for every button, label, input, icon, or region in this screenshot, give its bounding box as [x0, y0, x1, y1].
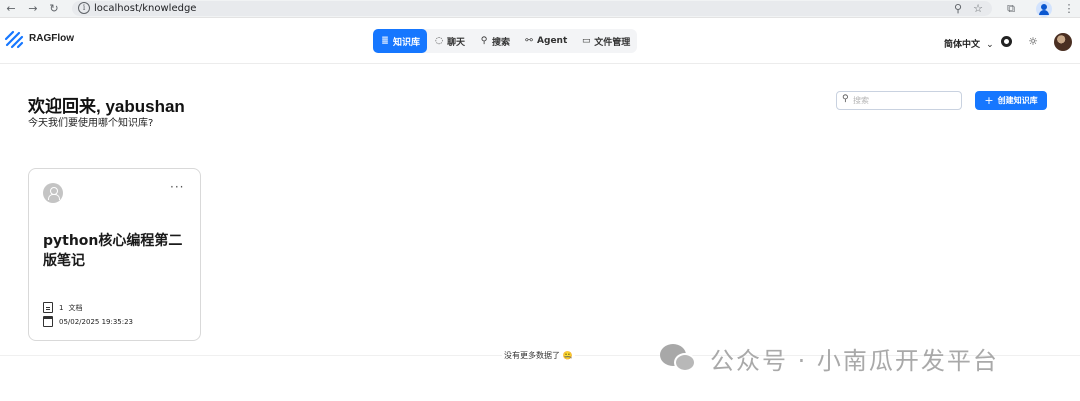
- brand-name[interactable]: RAGFlow: [29, 33, 74, 44]
- wechat-icon: [658, 340, 700, 376]
- agent-icon: ⚯: [525, 36, 533, 46]
- kb-doc-count: 1 文档: [43, 302, 82, 313]
- kb-date: 05/02/2025 19:35:23: [43, 316, 133, 327]
- chevron-down-icon: ⌄: [986, 40, 994, 50]
- kb-title: python核心编程第二版笔记: [43, 233, 183, 269]
- calendar-icon: [43, 316, 53, 327]
- document-icon: [43, 302, 53, 313]
- search-icon: ⚲: [842, 94, 849, 104]
- star-icon[interactable]: ☆: [970, 1, 986, 17]
- nav-label: 文件管理: [594, 37, 631, 48]
- github-icon[interactable]: [1001, 36, 1012, 47]
- zoom-icon[interactable]: ⚲: [950, 1, 966, 17]
- nav-search[interactable]: ⚲ 搜索: [472, 29, 517, 53]
- info-icon[interactable]: i: [78, 2, 90, 14]
- watermark-text: 公众号 · 小南瓜开发平台: [710, 346, 999, 375]
- search-box[interactable]: ⚲: [836, 91, 962, 110]
- create-knowledge-base-button[interactable]: + 创建知识库: [975, 91, 1047, 110]
- language-select[interactable]: 简体中文 ⌄: [944, 37, 994, 50]
- url-text: localhost/knowledge: [94, 3, 197, 14]
- nav-label: 聊天: [447, 37, 466, 48]
- user-avatar[interactable]: [1054, 33, 1072, 51]
- nav-file-management[interactable]: ▭ 文件管理: [574, 29, 637, 53]
- folder-icon: ▭: [582, 36, 591, 46]
- database-icon: ≣: [381, 36, 389, 46]
- no-more-data: 没有更多数据了 🤐: [502, 350, 575, 361]
- extensions-icon[interactable]: ⧉: [1003, 1, 1019, 17]
- doc-count: 1: [59, 303, 64, 312]
- chat-icon: ◌: [435, 36, 443, 46]
- nav-label: 知识库: [393, 37, 421, 48]
- welcome-subtitle: 今天我们要使用哪个知识库?: [28, 118, 154, 129]
- theme-toggle-icon[interactable]: ☼: [1026, 35, 1040, 49]
- browser-toolbar: ← → ↻ i localhost/knowledge ⚲ ☆ ⧉ ⋮: [0, 0, 1080, 18]
- no-more-text: 没有更多数据了: [504, 351, 560, 360]
- main-nav: ≣ 知识库 ◌ 聊天 ⚲ 搜索 ⚯ Agent ▭ 文件管理: [373, 29, 638, 53]
- create-button-label: 创建知识库: [997, 96, 1038, 105]
- plus-icon: +: [984, 94, 994, 107]
- nav-label: 搜索: [492, 37, 511, 48]
- search-input[interactable]: [853, 94, 953, 107]
- language-label: 简体中文: [944, 40, 981, 50]
- kb-avatar-icon: [43, 183, 63, 203]
- search-icon: ⚲: [480, 36, 488, 46]
- nav-label: Agent: [537, 36, 568, 46]
- reload-icon[interactable]: ↻: [46, 1, 62, 17]
- nav-knowledge-base[interactable]: ≣ 知识库: [373, 29, 428, 53]
- emoji-icon: 🤐: [562, 351, 573, 360]
- nav-agent[interactable]: ⚯ Agent: [517, 29, 574, 53]
- forward-icon[interactable]: →: [25, 1, 41, 17]
- menu-icon[interactable]: ⋮: [1061, 1, 1077, 17]
- doc-label: 文档: [68, 303, 83, 312]
- ragflow-logo-icon[interactable]: [4, 29, 24, 49]
- watermark: 公众号 · 小南瓜开发平台: [658, 340, 999, 376]
- app-header: RAGFlow ≣ 知识库 ◌ 聊天 ⚲ 搜索 ⚯ Agent ▭ 文件管理 简…: [0, 19, 1080, 64]
- back-icon[interactable]: ←: [3, 1, 19, 17]
- nav-chat[interactable]: ◌ 聊天: [427, 29, 472, 53]
- profile-icon[interactable]: [1036, 1, 1052, 17]
- knowledge-base-card[interactable]: ··· python核心编程第二版笔记 1 文档 05/02/2025 19:3…: [28, 168, 201, 341]
- more-options-icon[interactable]: ···: [170, 180, 184, 194]
- address-bar[interactable]: i localhost/knowledge: [72, 1, 992, 16]
- kb-date-text: 05/02/2025 19:35:23: [59, 317, 134, 326]
